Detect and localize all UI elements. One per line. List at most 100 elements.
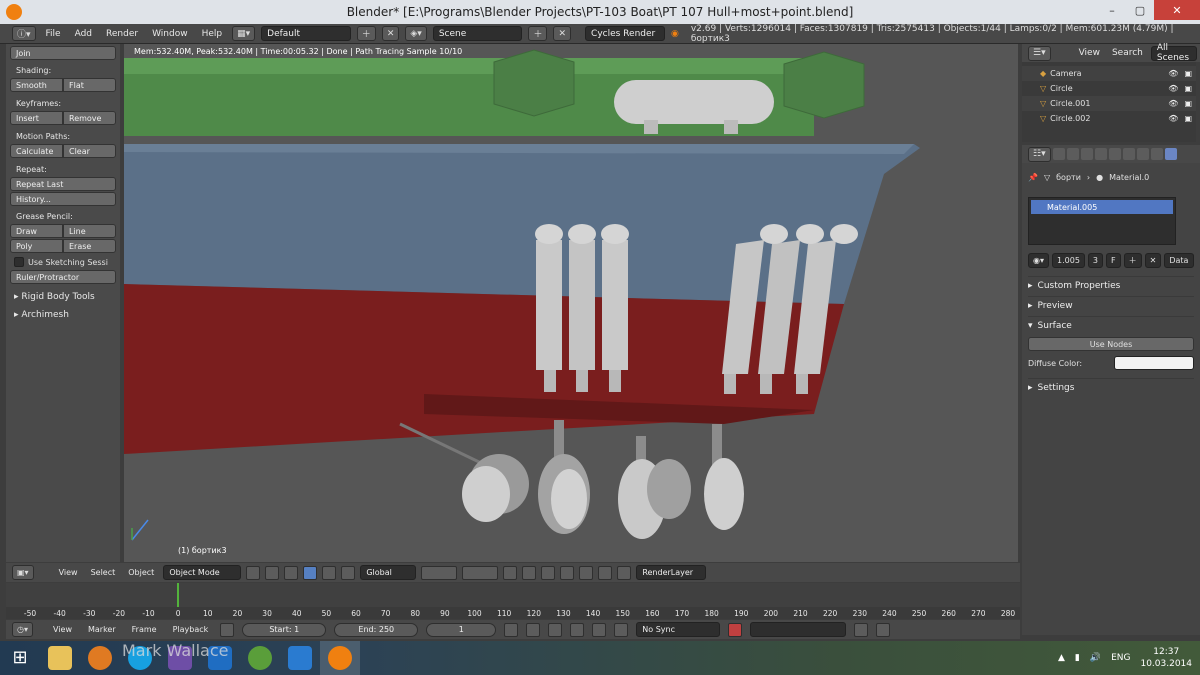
panel-preview[interactable]: ▸ Preview — [1028, 296, 1194, 314]
viewport-shading-icon[interactable] — [246, 565, 261, 580]
eye-icon[interactable]: 👁 — [1168, 114, 1178, 123]
ogl-render-icon[interactable] — [598, 565, 613, 580]
restrict-render-icon[interactable]: ▣ — [1184, 84, 1192, 93]
flat-button[interactable]: Flat — [63, 78, 116, 92]
erase-button[interactable]: Erase — [63, 239, 116, 253]
taskbar-maxthon[interactable] — [280, 641, 320, 675]
outliner-item-circle-001[interactable]: ▽ Circle.001 👁 ▣ — [1022, 96, 1196, 111]
insert-keyframe-button[interactable]: Insert — [10, 111, 63, 125]
keying-set-field[interactable] — [750, 622, 847, 637]
restrict-render-icon[interactable]: ▣ — [1184, 99, 1192, 108]
properties-editor-icon[interactable]: ☷▾ — [1028, 146, 1051, 162]
start-button[interactable]: ⊞ — [0, 641, 40, 675]
delete-scene-button[interactable]: ✕ — [553, 26, 572, 41]
poly-button[interactable]: Poly — [10, 239, 63, 253]
manipulator-icon[interactable] — [284, 565, 299, 580]
orientation-dropdown[interactable]: Global — [360, 565, 417, 580]
material-tab-icon[interactable] — [1164, 148, 1177, 160]
delete-screen-button[interactable]: ✕ — [381, 26, 400, 41]
current-frame-cursor[interactable] — [177, 583, 180, 607]
new-material-button[interactable]: ＋ — [1123, 253, 1142, 268]
outliner-menu-search[interactable]: Search — [1108, 48, 1147, 58]
pivot-point-icon[interactable] — [265, 565, 280, 580]
modifiers-tab-icon[interactable] — [1136, 148, 1149, 160]
menu-window[interactable]: Window — [148, 29, 192, 39]
ruler-protractor-button[interactable]: Ruler/Protractor — [10, 270, 116, 284]
minimize-button[interactable]: – — [1098, 0, 1126, 20]
join-button[interactable]: Join — [10, 46, 116, 60]
outliner-item-circle[interactable]: ▽ Circle 👁 ▣ — [1022, 81, 1196, 96]
sync-dropdown[interactable]: No Sync — [636, 622, 721, 637]
jump-start-icon[interactable] — [504, 622, 519, 637]
diffuse-color-swatch[interactable] — [1114, 356, 1194, 370]
close-button[interactable]: ✕ — [1154, 0, 1200, 20]
scale-icon[interactable] — [341, 565, 356, 580]
menu-file[interactable]: File — [42, 29, 65, 39]
maximize-button[interactable]: ▢ — [1126, 0, 1154, 20]
lock-icon[interactable] — [503, 565, 518, 580]
network-icon[interactable]: ▮ — [1075, 653, 1080, 663]
play-icon[interactable] — [570, 622, 585, 637]
panel-archimesh[interactable]: ▸ Archimesh — [10, 310, 116, 320]
smooth-button[interactable]: Smooth — [10, 78, 63, 92]
mode-dropdown[interactable]: Object Mode — [163, 565, 242, 580]
menu-playback[interactable]: Playback — [169, 625, 213, 634]
scene-tab-icon[interactable] — [1080, 148, 1093, 160]
render-icon[interactable] — [579, 565, 594, 580]
tray-expand-icon[interactable]: ▲ — [1058, 653, 1065, 663]
taskbar-explorer[interactable] — [40, 641, 80, 675]
render-layers-tab-icon[interactable] — [1066, 148, 1079, 160]
play-reverse-icon[interactable] — [548, 622, 563, 637]
sketching-sessions-checkbox[interactable]: Use Sketching Sessi — [14, 257, 116, 267]
users-count[interactable]: 3 — [1087, 253, 1103, 268]
taskbar-firefox[interactable] — [80, 641, 120, 675]
menu-marker[interactable]: Marker — [84, 625, 120, 634]
menu-render[interactable]: Render — [102, 29, 142, 39]
layers-grid-icon[interactable] — [421, 565, 458, 580]
data-tab-icon[interactable] — [1150, 148, 1163, 160]
taskbar-blender[interactable] — [320, 641, 360, 675]
panel-rigid-body-tools[interactable]: ▸ Rigid Body Tools — [10, 292, 116, 302]
outliner-menu-view[interactable]: View — [1075, 48, 1104, 58]
editor-type-info-icon[interactable]: ⓘ▾ — [12, 26, 36, 41]
prev-keyframe-icon[interactable] — [526, 622, 541, 637]
eye-icon[interactable]: 👁 — [1168, 99, 1178, 108]
menu-add[interactable]: Add — [71, 29, 96, 39]
clear-paths-button[interactable]: Clear — [63, 144, 116, 158]
timeline[interactable]: -50 -40 -30 -20 -10 0 10 20 30 40 50 60 70 80 90 100 110… — [6, 583, 1020, 619]
volume-icon[interactable]: 🔊 — [1090, 653, 1101, 663]
unlink-material-button[interactable]: ✕ — [1144, 253, 1162, 268]
render-engine-dropdown[interactable]: Cycles Render — [585, 26, 665, 41]
outliner-editor-icon[interactable]: ☰▾ — [1028, 45, 1051, 61]
material-slot-item[interactable]: Material.005 — [1031, 200, 1173, 214]
outliner-filter-dropdown[interactable]: All Scenes — [1150, 43, 1197, 63]
menu-frame[interactable]: Frame — [128, 625, 161, 634]
outliner-item-camera[interactable]: ◆ Camera 👁 ▣ — [1022, 66, 1196, 81]
3d-viewport[interactable]: Mem:532.40M, Peak:532.40M | Time:00:05.3… — [124, 44, 1018, 562]
add-scene-button[interactable]: ＋ — [528, 26, 548, 41]
use-nodes-button[interactable]: Use Nodes — [1028, 337, 1194, 351]
restrict-render-icon[interactable]: ▣ — [1184, 69, 1192, 78]
object-tab-icon[interactable] — [1108, 148, 1121, 160]
3d-view-editor-icon[interactable]: ▣▾ — [12, 565, 34, 580]
history-button[interactable]: History... — [10, 192, 116, 206]
remove-keyframe-button[interactable]: Remove — [63, 111, 116, 125]
screen-layout-field[interactable]: Default — [261, 26, 351, 41]
screen-layout-icon[interactable]: ▦▾ — [232, 26, 256, 41]
panel-custom-properties[interactable]: ▸ Custom Properties — [1028, 276, 1194, 294]
proportional-edit-icon[interactable] — [522, 565, 537, 580]
draw-button[interactable]: Draw — [10, 224, 63, 238]
material-browse-icon[interactable]: ◉▾ — [1028, 253, 1049, 268]
calculate-button[interactable]: Calculate — [10, 144, 63, 158]
clock[interactable]: 12:37 10.03.2014 — [1140, 646, 1192, 670]
add-screen-button[interactable]: ＋ — [356, 26, 376, 41]
constraints-tab-icon[interactable] — [1122, 148, 1135, 160]
ogl-anim-icon[interactable] — [617, 565, 632, 580]
snap-icon[interactable] — [541, 565, 556, 580]
world-tab-icon[interactable] — [1094, 148, 1107, 160]
menu-select[interactable]: Select — [87, 568, 120, 577]
menu-help[interactable]: Help — [198, 29, 227, 39]
scene-icon[interactable]: ◈▾ — [405, 26, 427, 41]
translate-icon[interactable] — [303, 565, 318, 580]
delete-keyframe-icon[interactable] — [876, 622, 891, 637]
